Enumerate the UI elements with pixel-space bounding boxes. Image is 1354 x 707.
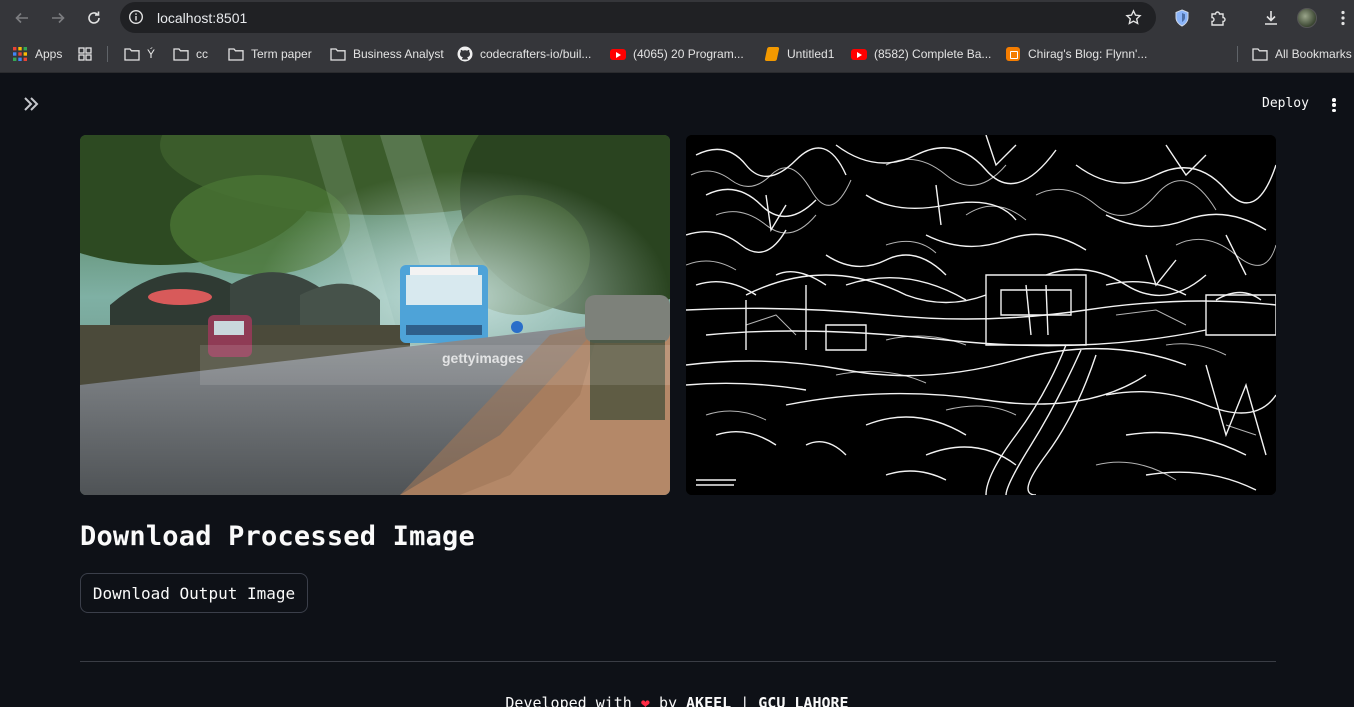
streamlit-app: Deploy gettyimages Download Processed Im… (0, 74, 1354, 707)
bookmark-label: codecrafters-io/buil... (480, 47, 592, 61)
folder-icon (330, 46, 346, 62)
bookmark-folder-business-analyst[interactable]: Business Analyst (330, 45, 444, 63)
blogger-icon (1005, 46, 1021, 62)
address-bar[interactable]: localhost:8501 (120, 2, 1156, 33)
footer-divider (80, 661, 1276, 662)
bookmark-label: (4065) 20 Program... (633, 47, 744, 61)
menu-dot (1332, 108, 1336, 112)
bookmark-apps[interactable]: Apps (12, 45, 62, 63)
bookmark-codecrafters[interactable]: codecrafters-io/buil... (457, 45, 591, 63)
folder-icon (173, 46, 189, 62)
back-button[interactable] (10, 6, 34, 30)
site-info-icon[interactable] (128, 9, 144, 25)
bookmark-tab-groups[interactable] (77, 45, 93, 63)
reload-button[interactable] (82, 6, 106, 30)
tab-groups-icon (77, 46, 93, 62)
forward-arrow-icon (52, 12, 65, 24)
bookmark-label: Chirag's Blog: Flynn'... (1028, 47, 1148, 61)
reload-icon (88, 11, 100, 24)
forward-button[interactable] (46, 6, 70, 30)
extensions-button[interactable] (1206, 6, 1230, 30)
footer-credit: Developed with ❤ by AKEEL | GCU LAHORE (0, 694, 1354, 707)
footer-author: AKEEL (686, 694, 732, 707)
bookmark-all-bookmarks[interactable]: All Bookmarks (1252, 45, 1352, 63)
menu-dot (1332, 98, 1336, 102)
folder-icon (1252, 46, 1268, 62)
back-arrow-icon (15, 12, 28, 24)
browser-menu-button[interactable] (1331, 6, 1354, 30)
bookmark-youtube-8582[interactable]: (8582) Complete Ba... (851, 45, 991, 63)
footer-by: by (658, 694, 677, 707)
bookmark-label: Apps (35, 47, 63, 61)
heart-icon: ❤ (640, 694, 650, 707)
bookmark-label: Business Analyst (353, 47, 444, 61)
bookmark-chirags-blog[interactable]: Chirag's Blog: Flynn'... (1005, 45, 1147, 63)
bookmark-star-icon[interactable] (1125, 9, 1142, 26)
bookmarks-bar: Apps Ý cc Term paper Business Analyst co… (0, 35, 1354, 73)
bookmark-youtube-4065[interactable]: (4065) 20 Program... (610, 45, 744, 63)
browser-toolbar: localhost:8501 (0, 0, 1354, 35)
youtube-icon (851, 46, 867, 62)
shield-icon (1175, 9, 1189, 27)
download-output-image-button[interactable]: Download Output Image (80, 573, 308, 613)
edge-detection-image (686, 135, 1276, 495)
main-menu-button[interactable] (1326, 96, 1342, 114)
deploy-button[interactable]: Deploy (1252, 94, 1319, 113)
bookmark-label: (8582) Complete Ba... (874, 47, 992, 61)
puzzle-icon (1211, 11, 1226, 26)
bookmark-divider (107, 46, 108, 62)
bookmark-label: All Bookmarks (1275, 47, 1352, 61)
downloads-button[interactable] (1259, 6, 1283, 30)
folder-icon (124, 46, 140, 62)
double-chevron-right-icon (24, 97, 39, 111)
kebab-menu-icon (1341, 10, 1345, 26)
bookmark-folder-cc[interactable]: cc (173, 45, 208, 63)
youtube-icon (610, 46, 626, 62)
output-image (686, 135, 1276, 495)
footer-prefix: Developed with (505, 694, 632, 707)
bookmark-folder-term-paper[interactable]: Term paper (228, 45, 312, 63)
section-title: Download Processed Image (80, 521, 475, 552)
extension-shield-button[interactable] (1170, 6, 1194, 30)
road-photo: gettyimages (80, 135, 670, 495)
folder-icon (228, 46, 244, 62)
bookmark-label: Ý (147, 47, 156, 61)
bookmark-untitled1[interactable]: Untitled1 (764, 45, 834, 63)
apps-grid-icon (12, 46, 28, 62)
avatar (1297, 8, 1317, 28)
bookmark-label: Untitled1 (787, 47, 835, 61)
profile-button[interactable] (1295, 6, 1319, 30)
menu-dot (1332, 103, 1336, 107)
footer-org: GCU LAHORE (758, 694, 849, 707)
input-image: gettyimages (80, 135, 670, 495)
bookmark-divider (1237, 46, 1238, 62)
github-icon (457, 46, 473, 62)
bookmark-label: Term paper (251, 47, 312, 61)
colab-icon (764, 46, 780, 62)
sidebar-expand-button[interactable] (22, 96, 42, 114)
bookmark-label: cc (196, 47, 208, 61)
download-icon (1265, 11, 1277, 25)
footer-separator: | (740, 694, 750, 707)
url-text[interactable]: localhost:8501 (157, 10, 247, 26)
bookmark-folder-y[interactable]: Ý (124, 45, 155, 63)
